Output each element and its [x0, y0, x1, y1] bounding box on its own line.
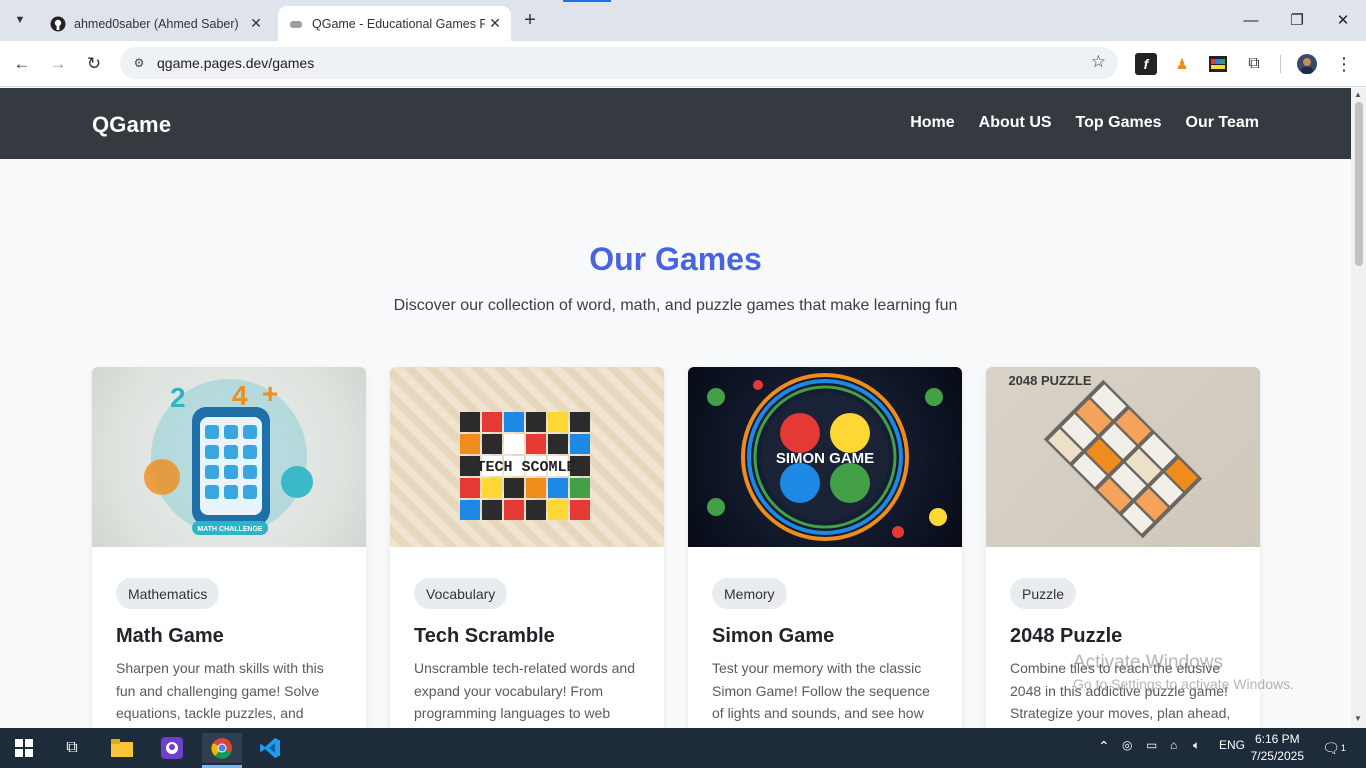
svg-text:4: 4 [232, 380, 248, 411]
clock-date: 7/25/2025 [1250, 749, 1304, 763]
category-badge: Vocabulary [414, 578, 508, 609]
page-viewport: QGame Home About US Top Games Our Team O… [0, 88, 1351, 728]
tab-github[interactable]: ahmed0saber (Ahmed Saber) ✕ [40, 6, 272, 41]
minimize-button[interactable]: — [1228, 0, 1274, 40]
nav-home[interactable]: Home [910, 114, 954, 132]
game-card-math[interactable]: 2 4 + MATH CHALLENGE Mathematics Math Ga… [92, 367, 366, 728]
github-desktop-icon[interactable] [152, 733, 192, 763]
scroll-down-icon[interactable]: ▼ [1354, 714, 1362, 723]
game-image-math[interactable]: 2 4 + MATH CHALLENGE [92, 367, 366, 547]
windows-taskbar: ⧉ ⌃ ◎ ▭ ⌂ 🔈︎ ENG 6:16 PM 7/25/2025 🗨︎ 1 [0, 728, 1366, 768]
new-tab-button[interactable]: + [519, 9, 541, 31]
game-title[interactable]: 2048 Puzzle [1010, 625, 1122, 648]
browser-toolbar: ← → ↻ ⚙ qgame.pages.dev/games ☆ f ♟ ⧉ ⋮ [0, 41, 1366, 87]
game-title[interactable]: Simon Game [712, 625, 834, 648]
chevron-up-icon[interactable]: ⌃ [1098, 738, 1110, 755]
task-view-icon[interactable]: ⧉ [52, 733, 92, 763]
watermark-title: Activate Windows [1073, 652, 1223, 673]
game-description: Unscramble tech-related words and expand… [414, 660, 635, 721]
page-subtitle: Discover our collection of word, math, a… [393, 297, 958, 314]
site-navbar: QGame Home About US Top Games Our Team [0, 88, 1351, 159]
tab-strip: ▼ ahmed0saber (Ahmed Saber) ✕ QGame - Ed… [0, 0, 1366, 41]
tab-title: QGame - Educational Games Pl [312, 16, 485, 31]
volume-icon[interactable]: 🔈︎ [1193, 738, 1200, 753]
image-caption: SIMON GAME [776, 450, 874, 467]
notification-count: 1 [1340, 743, 1346, 753]
category-badge: Memory [712, 578, 787, 609]
tab-qgame[interactable]: QGame - Educational Games Pl ✕ [278, 6, 511, 41]
page-title: Our Games [589, 241, 762, 277]
svg-text:2: 2 [170, 382, 186, 413]
tab-title: ahmed0saber (Ahmed Saber) [74, 16, 239, 31]
battery-icon[interactable]: ▭ [1146, 738, 1157, 752]
svg-text:+: + [262, 378, 278, 409]
github-icon [50, 16, 66, 32]
game-image-2048[interactable]: 2048 PUZZLE [986, 367, 1260, 547]
globe-icon [288, 16, 304, 32]
scroll-up-icon[interactable]: ▲ [1354, 90, 1362, 99]
game-description: Sharpen your math skills with this fun a… [116, 660, 324, 721]
game-card-simon[interactable]: SIMON GAME Memory Simon Game Test your m… [688, 367, 962, 728]
game-card-tech-scramble[interactable]: TECH SCOMLE Vocabulary Tech Scramble Uns… [390, 367, 664, 728]
extensions-puzzle-icon[interactable]: ⧉ [1243, 53, 1265, 75]
category-badge: Puzzle [1010, 578, 1077, 609]
tab-indicator [563, 0, 611, 2]
game-image-tech-scramble[interactable]: TECH SCOMLE [390, 367, 664, 547]
nav-top-games[interactable]: Top Games [1076, 114, 1162, 132]
address-bar[interactable]: ⚙ qgame.pages.dev/games ☆ [120, 47, 1118, 79]
image-caption: 2048 PUZZLE [1008, 373, 1091, 388]
category-badge: Mathematics [116, 578, 220, 609]
game-title[interactable]: Math Game [116, 625, 224, 648]
system-clock[interactable]: 6:16 PM 7/25/2025 [1251, 731, 1304, 765]
network-icon[interactable]: ⌂ [1170, 738, 1177, 752]
meet-now-icon[interactable]: ◎ [1122, 738, 1132, 752]
language-indicator[interactable]: ENG [1219, 738, 1245, 752]
image-caption: MATH CHALLENGE [197, 526, 263, 533]
vscode-icon[interactable] [250, 733, 290, 763]
tab-search-button[interactable]: ▼ [8, 8, 32, 32]
close-icon[interactable]: ✕ [485, 15, 505, 32]
forward-button[interactable]: → [45, 51, 71, 77]
nav-our-team[interactable]: Our Team [1186, 114, 1260, 132]
image-caption: TECH SCOMLE [476, 459, 575, 476]
toolbar-divider [1280, 55, 1281, 73]
site-info-icon[interactable]: ⚙ [130, 54, 148, 72]
chrome-icon[interactable] [202, 733, 242, 763]
restore-button[interactable]: ❐ [1274, 0, 1320, 40]
nav-links: Home About US Top Games Our Team [910, 114, 1259, 132]
back-button[interactable]: ← [9, 51, 35, 77]
avatar[interactable] [1296, 53, 1318, 75]
nav-about[interactable]: About US [979, 114, 1052, 132]
extension-fx-icon[interactable]: f [1135, 53, 1157, 75]
clock-time: 6:16 PM [1254, 732, 1300, 746]
extension-person-icon[interactable]: ♟ [1171, 53, 1193, 75]
windows-start-icon[interactable] [4, 733, 44, 763]
chevron-down-icon: ▼ [14, 14, 26, 26]
watermark-subtitle: Go to Settings to activate Windows. [1073, 676, 1294, 692]
file-explorer-icon[interactable] [102, 733, 142, 763]
game-description: Test your memory with the classic Simon … [712, 660, 930, 721]
menu-kebab-icon[interactable]: ⋮ [1333, 53, 1355, 75]
bookmark-star-icon[interactable]: ☆ [1091, 52, 1106, 72]
scroll-thumb[interactable] [1355, 102, 1363, 266]
notifications-icon[interactable]: 🗨︎ 1 [1316, 733, 1352, 763]
page-scrollbar[interactable]: ▲ ▼ [1351, 88, 1366, 728]
close-icon[interactable]: ✕ [246, 15, 266, 32]
game-image-simon[interactable]: SIMON GAME [688, 367, 962, 547]
game-title[interactable]: Tech Scramble [414, 625, 555, 648]
close-window-button[interactable]: ✕ [1320, 0, 1366, 40]
url-text[interactable]: qgame.pages.dev/games [157, 55, 314, 71]
extension-color-icon[interactable] [1207, 53, 1229, 75]
reload-button[interactable]: ↻ [81, 51, 107, 77]
site-logo[interactable]: QGame [92, 112, 171, 138]
windows-activation-watermark: Activate Windows Go to Settings to activ… [1073, 652, 1294, 692]
